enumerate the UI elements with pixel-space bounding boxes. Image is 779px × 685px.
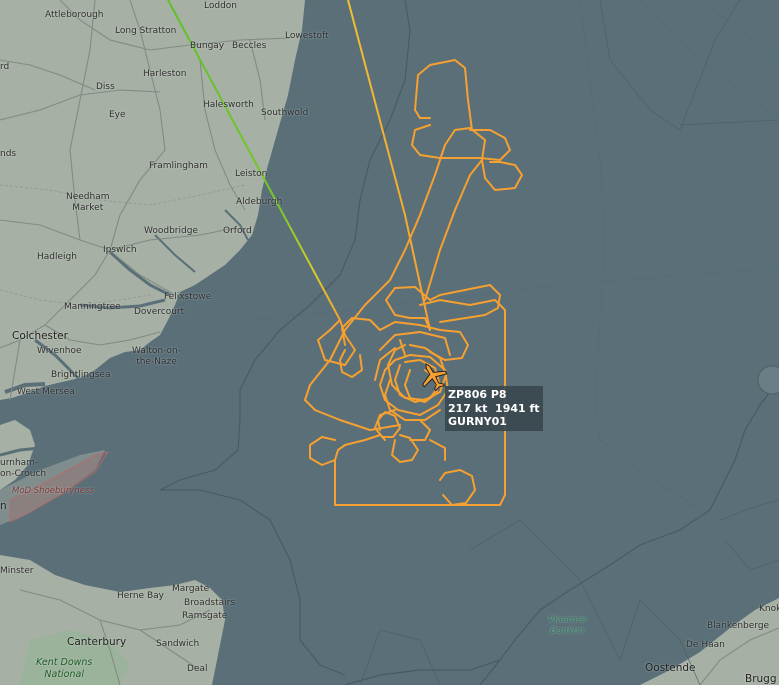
track-loops — [304, 59, 523, 506]
place-brightlingsea: Brightlingsea — [51, 370, 111, 380]
place-framlingham: Framlingham — [149, 161, 208, 171]
place-mod-shoeburyness: MoD Shoeburyness — [12, 486, 94, 496]
place-bungay: Bungay — [190, 41, 225, 51]
place-needham-market: Needham Market — [66, 192, 110, 213]
aircraft-callsign: GURNY01 — [448, 415, 507, 428]
place-harleston: Harleston — [143, 69, 187, 79]
place-rd: rd — [0, 62, 10, 72]
place-burnham: urnham- on-Crouch — [0, 458, 47, 479]
place-herne-bay: Herne Bay — [117, 591, 164, 601]
place-oostende: Oostende — [645, 662, 696, 674]
place-de-haan: De Haan — [686, 640, 725, 650]
place-walton: Walton-on- the-Naze — [132, 346, 181, 367]
place-wivenhoe: Wivenhoe — [37, 346, 82, 356]
place-kent-downs: Kent Downs National — [36, 657, 93, 680]
place-orford: Orford — [223, 226, 252, 236]
place-knokke: Knok — [759, 604, 779, 614]
aircraft-registration-type: ZP806 P8 — [448, 388, 507, 401]
place-blankenberge: Blankenberge — [707, 621, 770, 631]
place-halesworth: Halesworth — [203, 100, 254, 110]
place-ramsgate: Ramsgate — [182, 611, 228, 621]
place-aldeburgh: Aldeburgh — [236, 197, 283, 207]
place-n: n — [0, 500, 7, 512]
map-view[interactable]: Attleborough Loddon Long Stratton Bungay… — [0, 0, 779, 685]
place-loddon: Loddon — [204, 1, 237, 11]
place-lowestoft: Lowestoft — [285, 31, 329, 41]
place-southwold: Southwold — [261, 108, 309, 118]
place-vlaamse-banken: Vlaamse Banken — [548, 615, 587, 636]
place-broadstairs: Broadstairs — [184, 598, 236, 608]
place-leiston: Leiston — [235, 169, 268, 179]
place-colchester: Colchester — [12, 330, 68, 342]
place-nds: nds — [0, 149, 17, 159]
place-dovercourt: Dovercourt — [134, 307, 185, 317]
place-felixstowe: Felixstowe — [164, 292, 212, 302]
place-manningtree: Manningtree — [64, 302, 121, 312]
place-brugge: Brugg — [745, 673, 777, 685]
place-diss: Diss — [96, 82, 115, 92]
place-ipswich: Ipswich — [103, 245, 137, 255]
aircraft-speed: 217 kt — [448, 401, 488, 415]
place-long-stratton: Long Stratton — [115, 26, 177, 36]
aircraft-speed-altitude: 217 kt 1941 ft — [448, 402, 540, 416]
place-hadleigh: Hadleigh — [37, 252, 77, 262]
place-minster: Minster — [0, 566, 34, 576]
place-margate: Margate — [172, 584, 210, 594]
place-attleborough: Attleborough — [45, 10, 104, 20]
aircraft-altitude: 1941 ft — [495, 401, 540, 415]
flight-track — [167, 0, 523, 506]
place-beccles: Beccles — [232, 41, 267, 51]
place-woodbridge: Woodbridge — [144, 226, 198, 236]
place-deal: Deal — [187, 664, 208, 674]
aircraft-info-label[interactable]: ZP806 P8 217 kt 1941 ft GURNY01 — [445, 386, 543, 431]
place-canterbury: Canterbury — [67, 636, 127, 648]
place-sandwich: Sandwich — [156, 639, 200, 649]
place-west-mersea: West Mersea — [17, 387, 75, 397]
place-eye: Eye — [109, 110, 126, 120]
